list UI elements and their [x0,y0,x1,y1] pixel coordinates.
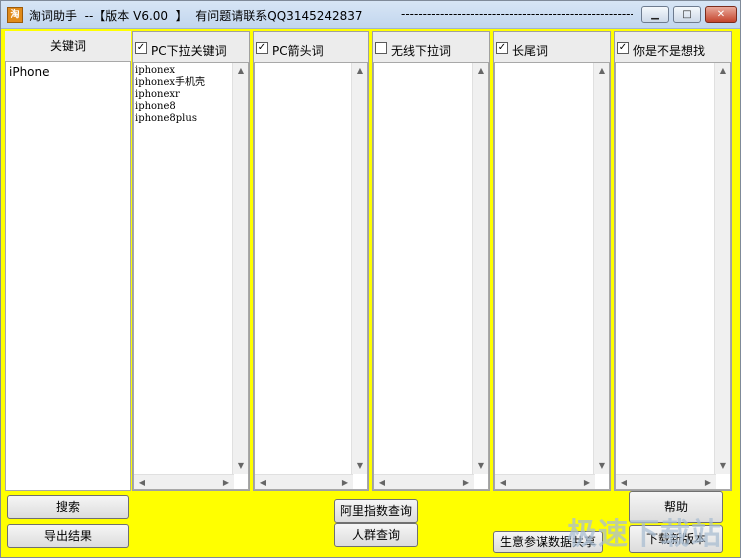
scroll-up-arrow-icon[interactable]: ▲ [473,63,488,79]
scroll-down-arrow-icon[interactable]: ▼ [715,458,730,474]
keyword-header: 关键词 [49,39,86,53]
column-results-textarea[interactable]: iphonex iphonex手机壳 iphonexr iphone8 ipho… [133,62,249,490]
export-button[interactable]: 导出结果 [7,524,129,548]
horizontal-scrollbar[interactable]: ◀ ▶ [255,474,353,489]
column-checkbox[interactable]: ✓ [496,42,508,54]
column-results-text: iphonex iphonex手机壳 iphonexr iphone8 ipho… [135,65,206,124]
app-logo-icon: 淘 [7,7,23,23]
app-window: 淘 淘词助手 --【版本 V6.00 】 有问题请联系QQ3145242837 … [0,0,741,558]
keyword-input[interactable]: iPhone [5,61,131,491]
column-label: PC箭头词 [272,44,324,58]
scroll-left-arrow-icon[interactable]: ◀ [134,475,150,489]
column-results-textarea[interactable]: ▲ ▼ ◀ ▶ [494,62,610,490]
scroll-down-arrow-icon[interactable]: ▼ [233,458,248,474]
minimize-icon: ▁ [651,9,659,20]
result-column-3: 无线下拉词 ▲ ▼ ◀ ▶ [372,31,490,491]
vertical-scrollbar[interactable]: ▲ ▼ [351,63,367,474]
column-checkbox[interactable] [375,42,387,54]
maximize-icon: □ [682,9,692,20]
column-header: ✓ 长尾词 [494,32,610,62]
window-title: 淘词助手 --【版本 V6.00 】 有问题请联系QQ3145242837 [29,9,363,23]
watermark: 极速下载站 [567,517,722,552]
keyword-value: iPhone [9,65,50,79]
scroll-up-arrow-icon[interactable]: ▲ [352,63,367,79]
search-button[interactable]: 搜索 [7,495,129,519]
close-button[interactable]: ✕ [705,6,737,23]
column-results-textarea[interactable]: ▲ ▼ ◀ ▶ [254,62,368,490]
scroll-up-arrow-icon[interactable]: ▲ [715,63,730,79]
scroll-right-arrow-icon[interactable]: ▶ [700,475,716,489]
scroll-down-arrow-icon[interactable]: ▼ [594,458,609,474]
result-column-4: ✓ 长尾词 ▲ ▼ ◀ ▶ [493,31,611,491]
maximize-button[interactable]: □ [673,6,701,23]
scroll-right-arrow-icon[interactable]: ▶ [218,475,234,489]
title-dashes: ----------------------------------------… [401,7,633,21]
title-bar: 淘 淘词助手 --【版本 V6.00 】 有问题请联系QQ3145242837 … [1,1,740,29]
column-checkbox[interactable]: ✓ [135,42,147,54]
scroll-up-arrow-icon[interactable]: ▲ [594,63,609,79]
column-results-textarea[interactable]: ▲ ▼ ◀ ▶ [615,62,731,490]
column-header: ✓ PC下拉关键词 [133,32,249,62]
scroll-left-arrow-icon[interactable]: ◀ [255,475,271,489]
close-icon: ✕ [716,9,726,20]
column-header: ✓ 你是不是想找 [615,32,731,62]
vertical-scrollbar[interactable]: ▲ ▼ [714,63,730,474]
column-results-textarea[interactable]: ▲ ▼ ◀ ▶ [373,62,489,490]
column-label: PC下拉关键词 [151,44,227,58]
result-column-5: ✓ 你是不是想找 ▲ ▼ ◀ ▶ [614,31,732,491]
column-checkbox[interactable]: ✓ [256,42,268,54]
vertical-scrollbar[interactable]: ▲ ▼ [472,63,488,474]
column-label: 长尾词 [512,44,549,58]
scroll-up-arrow-icon[interactable]: ▲ [233,63,248,79]
column-checkbox[interactable]: ✓ [617,42,629,54]
column-results-text [374,63,488,67]
vertical-scrollbar[interactable]: ▲ ▼ [232,63,248,474]
column-label: 你是不是想找 [633,44,706,58]
horizontal-scrollbar[interactable]: ◀ ▶ [616,474,716,489]
column-results-text [495,63,609,67]
keyword-panel: 关键词 iPhone [5,31,131,491]
scroll-down-arrow-icon[interactable]: ▼ [352,458,367,474]
scroll-down-arrow-icon[interactable]: ▼ [473,458,488,474]
vertical-scrollbar[interactable]: ▲ ▼ [593,63,609,474]
column-results-text [616,63,730,67]
minimize-button[interactable]: ▁ [641,6,669,23]
column-label: 无线下拉词 [391,44,452,58]
scroll-left-arrow-icon[interactable]: ◀ [616,475,632,489]
result-column-1: ✓ PC下拉关键词 iphonex iphonex手机壳 iphonexr ipho… [132,31,250,491]
ali-index-button[interactable]: 阿里指数查询 [334,499,418,523]
scroll-right-arrow-icon[interactable]: ▶ [579,475,595,489]
crowd-query-button[interactable]: 人群查询 [334,523,418,547]
column-header: 无线下拉词 [373,32,489,62]
scroll-right-arrow-icon[interactable]: ▶ [337,475,353,489]
horizontal-scrollbar[interactable]: ◀ ▶ [374,474,474,489]
scroll-left-arrow-icon[interactable]: ◀ [374,475,390,489]
scroll-right-arrow-icon[interactable]: ▶ [458,475,474,489]
horizontal-scrollbar[interactable]: ◀ ▶ [134,474,234,489]
column-header: ✓ PC箭头词 [254,32,368,62]
horizontal-scrollbar[interactable]: ◀ ▶ [495,474,595,489]
result-column-2: ✓ PC箭头词 ▲ ▼ ◀ ▶ [253,31,369,491]
scroll-left-arrow-icon[interactable]: ◀ [495,475,511,489]
